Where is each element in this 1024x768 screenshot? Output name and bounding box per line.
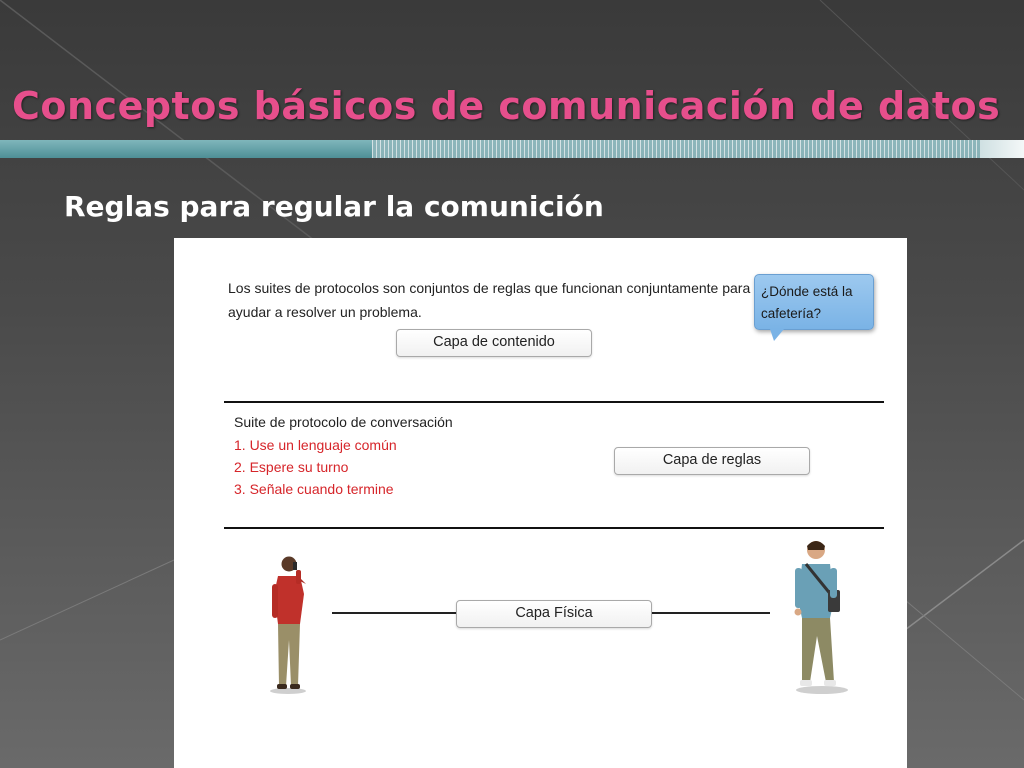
physical-layer-label: Capa Física (456, 600, 652, 628)
divider-top (224, 401, 884, 403)
slide-subtitle: Reglas para regular la comunición (64, 190, 604, 223)
suite-title: Suite de protocolo de conversación (234, 414, 453, 430)
protocol-figure: Los suites de protocolos son conjuntos d… (174, 238, 907, 768)
rule-item: 2. Espere su turno (234, 459, 349, 475)
student-with-bag-illustration (794, 541, 848, 694)
content-layer-label: Capa de contenido (396, 329, 592, 357)
connection-line-left (332, 612, 456, 614)
rules-layer-label: Capa de reglas (614, 447, 810, 475)
rules-list: 1. Use un lenguaje común 2. Espere su tu… (234, 434, 397, 500)
divider-bottom (224, 527, 884, 529)
title-decoration-band (0, 136, 1024, 162)
person-on-phone-illustration (270, 556, 306, 694)
intro-text: Los suites de protocolos son conjuntos d… (228, 280, 751, 320)
speech-bubble-tail (770, 329, 784, 341)
speech-bubble: ¿Dónde está la cafetería? (754, 274, 874, 330)
slide-title: Conceptos básicos de comunicación de dat… (12, 84, 1001, 128)
rule-item: 1. Use un lenguaje común (234, 437, 397, 453)
connection-line-right (652, 612, 770, 614)
rule-item: 3. Señale cuando termine (234, 481, 394, 497)
